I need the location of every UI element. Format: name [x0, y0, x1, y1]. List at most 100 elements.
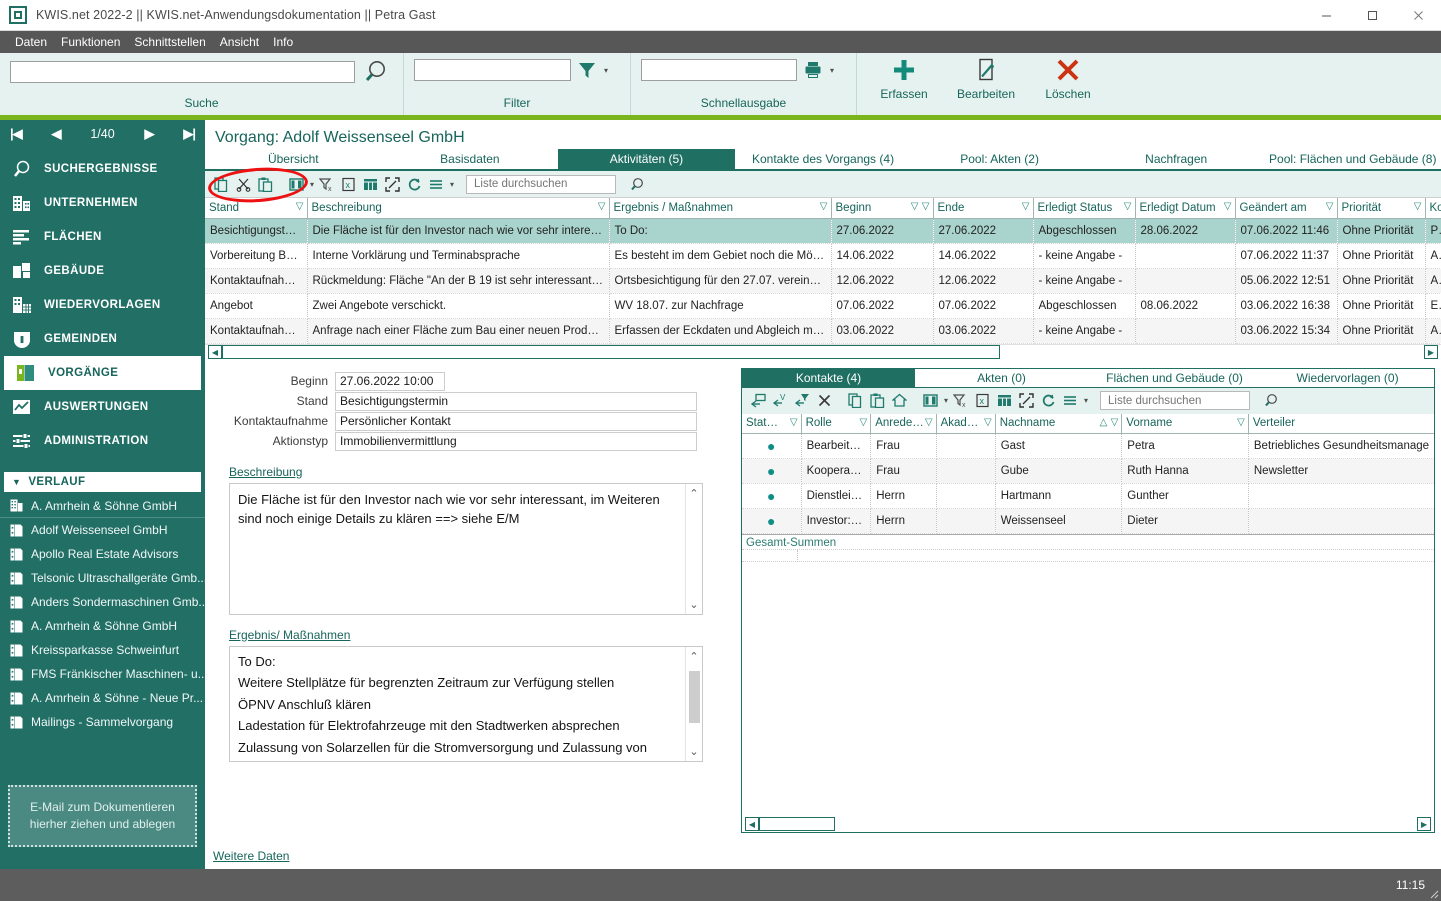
table-row[interactable]: ● Investor:… Herrn Weissenseel Dieter	[742, 508, 1435, 534]
bearbeiten-button[interactable]: Bearbeiten	[953, 57, 1019, 101]
list-item[interactable]: A. Amrhein & Söhne GmbH	[0, 494, 205, 518]
col-geaendert-am[interactable]: Geändert am ▽	[1235, 198, 1338, 219]
sidebar-item-gebaeude[interactable]: GEBÄUDE	[0, 254, 205, 288]
col-akad-titel[interactable]: Akad… ▽	[936, 413, 996, 434]
assign-icon[interactable]	[793, 391, 812, 410]
email-dropzone[interactable]: E-Mail zum Dokumentieren hierher ziehen …	[8, 785, 197, 847]
scroll-thumb[interactable]	[222, 345, 1000, 359]
filter-dropdown-caret[interactable]: ▾	[604, 66, 608, 75]
scroll-right-button[interactable]: ▶	[1417, 817, 1432, 831]
filter-icon[interactable]: ▽	[922, 201, 930, 212]
chevron-down-icon[interactable]: ⌄	[689, 598, 698, 611]
sidebar-item-administration[interactable]: ADMINISTRATION	[0, 424, 205, 458]
list-item[interactable]: A. Amrhein & Söhne GmbH	[0, 614, 205, 638]
col-ergebnis-massnahmen[interactable]: Ergebnis / Maßnahmen ▽	[609, 198, 832, 219]
rtab-kontakte[interactable]: Kontakte (4)	[742, 368, 916, 387]
filter-icon[interactable]: ▽	[984, 417, 992, 428]
resize-grip-icon[interactable]	[1427, 887, 1439, 899]
scroll-left-button[interactable]: ◀	[208, 345, 222, 359]
scroll-track[interactable]	[222, 345, 1424, 359]
scroll-right-button[interactable]: ▶	[1424, 345, 1438, 359]
filter-icon[interactable]: ▽	[296, 201, 304, 212]
copy-icon[interactable]	[846, 391, 865, 410]
col-nachname[interactable]: Nachname △ ▽	[995, 413, 1123, 434]
pager-next-button[interactable]: ▶	[145, 126, 155, 142]
filter-icon[interactable]: ▽	[820, 201, 828, 212]
table-row[interactable]: Besichtigungst… Die Fläche ist für den I…	[205, 218, 1441, 244]
chevron-down-icon[interactable]: ▾	[450, 180, 454, 189]
erfassen-button[interactable]: Erfassen	[871, 57, 937, 101]
list-item[interactable]: FMS Fränkischer Maschinen- u...	[0, 662, 205, 686]
funnel-icon[interactable]	[577, 60, 597, 80]
sidebar-item-wiedervorlagen[interactable]: WIEDERVORLAGEN	[0, 288, 205, 322]
col-anrede[interactable]: Anrede… ▽	[870, 413, 937, 434]
sidebar-item-suchergebnisse[interactable]: SUCHERGEBNISSE	[0, 152, 205, 186]
pager-last-button[interactable]: ▶|	[183, 126, 196, 142]
scroll-thumb[interactable]	[689, 670, 700, 723]
tab-basisdaten[interactable]: Basisdaten	[382, 149, 559, 169]
maximize-button[interactable]	[1349, 0, 1395, 31]
filter-icon[interactable]: ▽	[1237, 417, 1245, 428]
menu-item-ansicht[interactable]: Ansicht	[213, 31, 266, 53]
beginn-value[interactable]: 27.06.2022 10:00	[335, 371, 445, 391]
menu-item-schnittstellen[interactable]: Schnittstellen	[127, 31, 212, 53]
col-kontakt[interactable]: Kon	[1425, 198, 1441, 219]
excel-export-icon[interactable]: x	[339, 175, 358, 194]
sort-asc-icon[interactable]: △	[1100, 417, 1108, 428]
sidebar-item-vorgaenge[interactable]: VORGÄNGE	[4, 356, 201, 390]
sidebar-item-auswertungen[interactable]: AUSWERTUNGEN	[0, 390, 205, 424]
filter-icon[interactable]: ▽	[1111, 417, 1119, 428]
filter-icon[interactable]: ▽	[1124, 201, 1132, 212]
rtab-akten[interactable]: Akten (0)	[915, 369, 1088, 387]
filter-input[interactable]	[414, 59, 571, 81]
copy-icon[interactable]	[212, 175, 231, 194]
sidebar-item-flaechen[interactable]: FLÄCHEN	[0, 220, 205, 254]
stand-value[interactable]: Besichtigungstermin	[335, 391, 697, 411]
table-row[interactable]: Angebot Zwei Angebote verschickt. WV 18.…	[205, 293, 1441, 319]
paste-icon[interactable]	[256, 175, 275, 194]
related-search-input[interactable]	[1106, 393, 1265, 408]
grid-search-box[interactable]	[466, 174, 643, 194]
list-item[interactable]: Anders Sondermaschinen Gmb...	[0, 590, 205, 614]
chevron-down-icon[interactable]: ▾	[1084, 396, 1088, 405]
printer-icon[interactable]	[803, 60, 823, 80]
table-row[interactable]: ● Dienstlei… Herrn Hartmann Gunther	[742, 483, 1435, 509]
add-new-icon[interactable]: V	[771, 391, 790, 410]
col-prioritaet[interactable]: Priorität ▽	[1337, 198, 1426, 219]
grid-search-input[interactable]	[472, 177, 631, 191]
history-header[interactable]: ▼ VERLAUF	[4, 472, 201, 492]
print-dropdown-caret[interactable]: ▾	[830, 66, 834, 75]
beschreibung-textarea[interactable]: Die Fläche ist für den Investor nach wie…	[229, 482, 703, 615]
col-beginn[interactable]: Beginn ▽ ▽	[831, 198, 934, 219]
home-icon[interactable]	[890, 391, 909, 410]
col-stand[interactable]: Stand ▽	[205, 198, 308, 219]
paste-icon[interactable]	[868, 391, 887, 410]
chevron-up-icon[interactable]: ⌃	[689, 650, 698, 663]
cut-icon[interactable]	[234, 175, 253, 194]
filter-icon[interactable]: ▽	[1414, 201, 1422, 212]
tab-nachfragen[interactable]: Nachfragen	[1088, 149, 1265, 169]
col-rolle[interactable]: Rolle ▽	[801, 413, 872, 434]
magnifier-icon[interactable]	[1264, 393, 1281, 408]
columns-icon[interactable]	[921, 391, 940, 410]
chevron-up-icon[interactable]: ⌃	[689, 487, 698, 500]
chevron-down-icon[interactable]: ▾	[944, 396, 948, 405]
add-row-icon[interactable]	[749, 391, 768, 410]
sidebar-item-unternehmen[interactable]: UNTERNEHMEN	[0, 186, 205, 220]
col-vorname[interactable]: Vorname ▽	[1121, 413, 1249, 434]
menu-item-funktionen[interactable]: Funktionen	[54, 31, 127, 53]
filter-icon[interactable]: ▽	[1022, 201, 1030, 212]
tab-pool-flaechen-und-gebaeude[interactable]: Pool: Flächen und Gebäude (8)	[1264, 149, 1441, 169]
kontakte-hscrollbar[interactable]: ◀ ▶	[742, 816, 1435, 832]
sidebar-item-gemeinden[interactable]: GEMEINDEN	[0, 322, 205, 356]
table-row[interactable]: Vorbereitung B… Interne Vorklärung und T…	[205, 243, 1441, 269]
close-button[interactable]	[1395, 0, 1441, 31]
chevron-down-icon[interactable]: ▾	[310, 180, 314, 189]
activities-hscrollbar[interactable]: ◀ ▶	[205, 343, 1441, 360]
rtab-flaechen-und-gebaeude[interactable]: Flächen und Gebäude (0)	[1088, 369, 1261, 387]
search-icon[interactable]	[361, 59, 391, 85]
col-erledigt-datum[interactable]: Erledigt Datum ▽	[1135, 198, 1236, 219]
col-status[interactable]: Stat… ▽	[742, 413, 802, 434]
pager-prev-button[interactable]: ◀	[51, 126, 61, 142]
menu-lines-icon[interactable]	[1061, 391, 1080, 410]
